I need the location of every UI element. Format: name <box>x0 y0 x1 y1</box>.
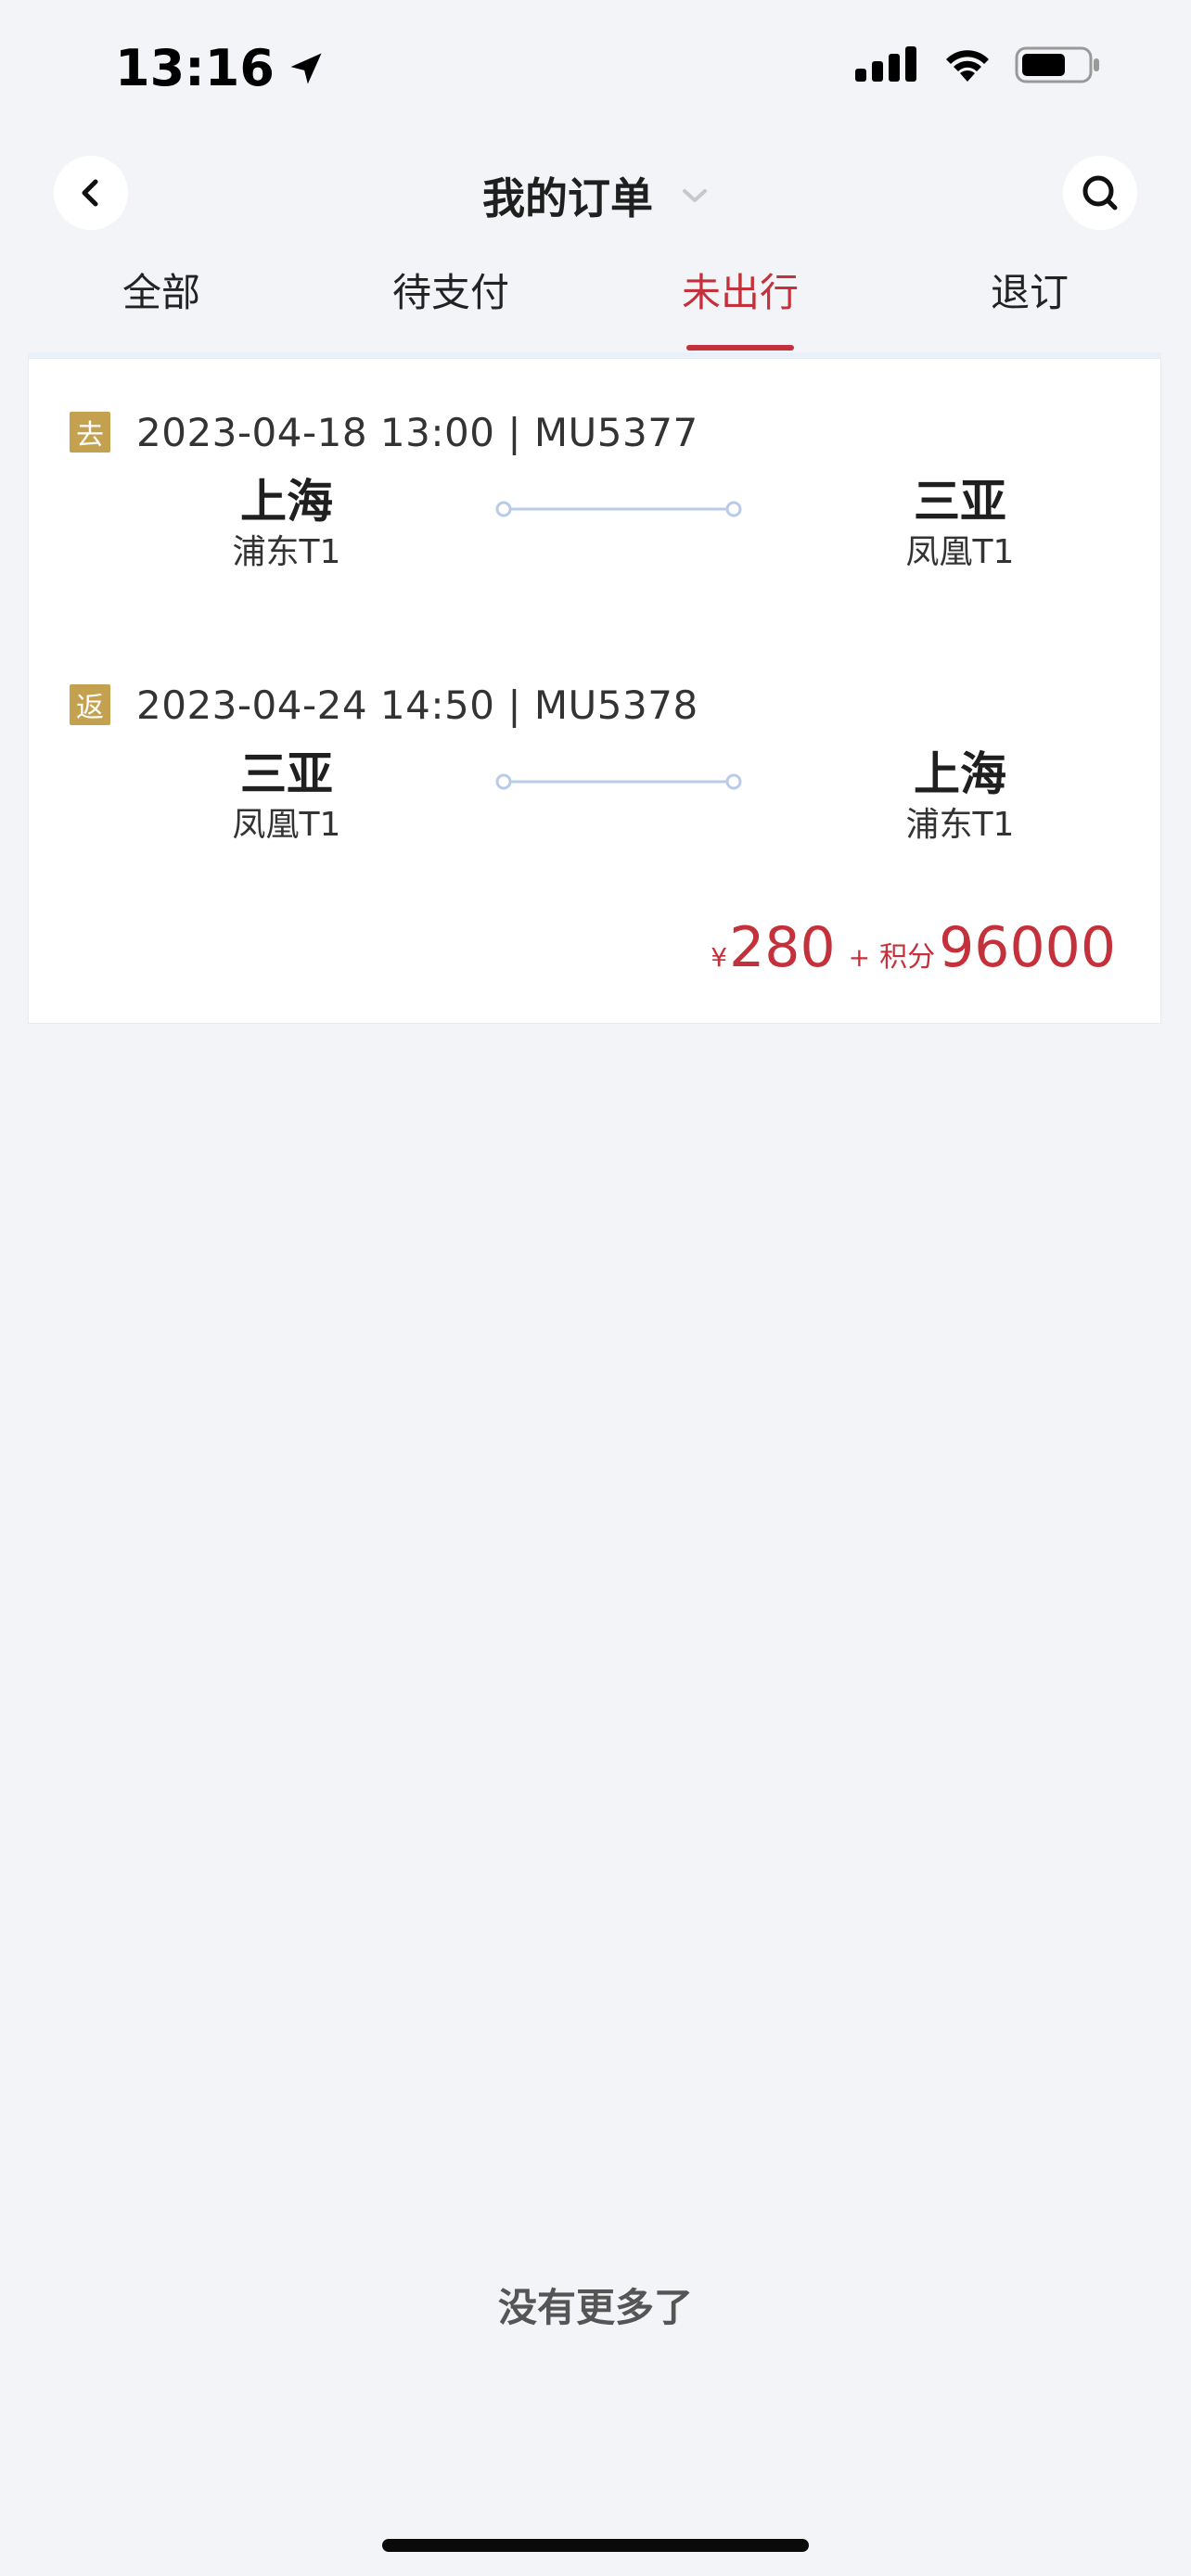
tab-label: 未出行 <box>681 270 799 315</box>
status-time: 13:16 <box>115 39 327 97</box>
search-button[interactable] <box>1063 156 1137 230</box>
search-icon <box>1082 175 1118 210</box>
arrival: 上海 浦东T1 <box>839 745 1081 847</box>
points-label: 积分 <box>879 941 936 974</box>
route-line-icon <box>495 773 742 790</box>
departure: 上海 浦东T1 <box>166 472 407 574</box>
page-title-dropdown[interactable]: 我的订单 <box>0 165 1191 226</box>
arrival-terminal: 凤凰T1 <box>905 533 1015 571</box>
departure: 三亚 凤凰T1 <box>166 745 407 847</box>
segment-tag: 返 <box>70 684 110 725</box>
header: 我的订单 <box>0 139 1191 250</box>
currency-symbol: ¥ <box>711 942 728 973</box>
price-amount: 280 <box>729 915 836 980</box>
tab-refund[interactable]: 退订 <box>989 250 1070 358</box>
status-bar: 13:16 <box>0 0 1191 139</box>
chevron-down-icon <box>683 189 707 202</box>
tab-all[interactable]: 全部 <box>121 250 202 358</box>
departure-terminal: 浦东T1 <box>232 533 341 571</box>
price-plus: + <box>848 942 871 973</box>
route-line-icon <box>495 501 742 517</box>
location-arrow-icon <box>290 53 322 83</box>
no-more-text: 没有更多了 <box>497 2285 693 2330</box>
departure-terminal: 凤凰T1 <box>232 806 341 844</box>
segment-header: 去 2023-04-18 13:00 | MU5377 <box>70 409 698 455</box>
segment-info: 2023-04-18 13:00 | MU5377 <box>136 409 698 455</box>
tab-label: 待支付 <box>391 270 509 315</box>
battery-icon <box>1015 46 1099 83</box>
order-tabs: 全部 待支付 未出行 退订 <box>0 250 1191 358</box>
points-amount: 96000 <box>939 915 1116 980</box>
arrival-terminal: 浦东T1 <box>905 806 1015 844</box>
status-icons <box>855 45 1102 85</box>
tab-upcoming[interactable]: 未出行 <box>680 250 800 358</box>
segment-info: 2023-04-24 14:50 | MU5378 <box>136 682 698 728</box>
segment-header: 返 2023-04-24 14:50 | MU5378 <box>70 682 698 728</box>
order-price: ¥ 280 + 积分 96000 <box>711 915 1116 980</box>
status-time-text: 13:16 <box>115 39 275 97</box>
home-indicator[interactable] <box>382 2539 809 2552</box>
arrival: 三亚 凤凰T1 <box>839 472 1081 574</box>
tab-label: 全部 <box>122 270 200 315</box>
page-title: 我的订单 <box>482 173 653 223</box>
departure-city: 三亚 <box>240 747 333 801</box>
cellular-signal-icon <box>855 46 916 82</box>
tab-active-indicator <box>686 345 794 351</box>
arrival-city: 上海 <box>914 747 1006 801</box>
tab-label: 退订 <box>990 270 1069 315</box>
segment-tag: 去 <box>70 412 110 453</box>
tab-pending-payment[interactable]: 待支付 <box>391 250 511 358</box>
wifi-icon <box>946 50 989 82</box>
order-card[interactable]: 去 2023-04-18 13:00 | MU5377 上海 浦东T1 三亚 凤… <box>28 358 1161 1024</box>
departure-city: 上海 <box>240 475 333 529</box>
arrival-city: 三亚 <box>914 475 1006 529</box>
